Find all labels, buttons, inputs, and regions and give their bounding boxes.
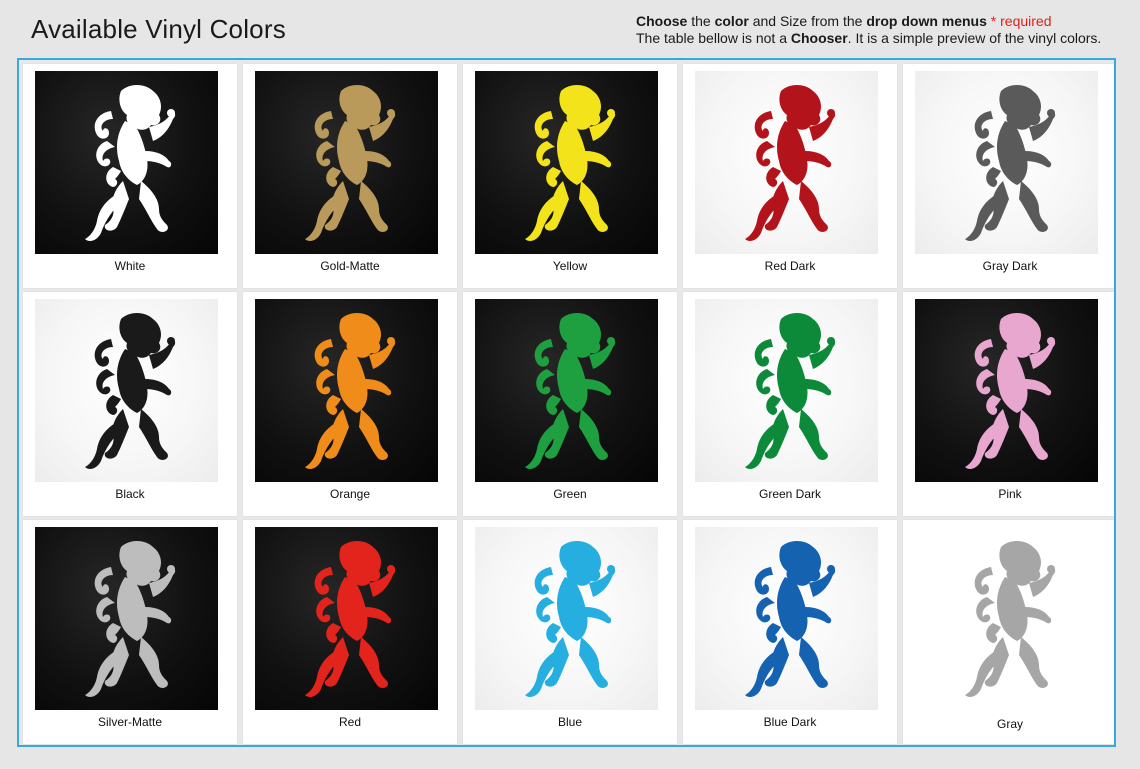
size-text: and Size from the [748,13,867,29]
color-swatch-image [695,71,878,254]
color-swatch-card: Black [23,292,237,516]
color-name-label: Orange [329,487,371,501]
color-swatch-card: Green [463,292,677,516]
color-swatch-card: Silver-Matte [23,520,237,744]
rampant-lion-icon [964,312,1055,469]
color-name-label: Blue [557,715,583,729]
color-name-label: Gray [996,717,1023,731]
color-name-label: Yellow [552,259,588,273]
color-name-label: Green Dark [758,487,822,501]
color-swatch-image [475,527,658,710]
color-name-label: Blue Dark [763,715,817,729]
rampant-lion-icon [304,84,395,241]
rampant-lion-icon [524,84,615,241]
color-preview-table: White Gold-Matte Yellow Red Dark Gray Da… [17,58,1116,747]
color-swatch-image [255,71,438,254]
dropdown-text: drop down menus [866,13,987,29]
page-title: Available Vinyl Colors [31,14,286,44]
instructions-line-1: Choose the color and Size from the drop … [636,13,1120,30]
color-swatch-image [915,71,1098,254]
color-swatch-image [915,527,1098,710]
rampant-lion-icon [304,312,395,469]
color-swatch-image [255,527,438,710]
rampant-lion-icon [744,312,835,469]
color-swatch-card: Green Dark [683,292,897,516]
color-swatch-card: White [23,64,237,288]
color-swatch-image [475,71,658,254]
rampant-lion-icon [964,84,1055,241]
the-text: the [687,13,715,29]
color-swatch-card: Red [243,520,457,744]
color-name-label: Gray Dark [982,259,1038,273]
color-swatch-image [915,299,1098,482]
instructions-line-2: The table bellow is not a Chooser. It is… [636,30,1120,47]
color-text: color [714,13,749,29]
color-name-label: White [114,259,146,273]
color-name-label: Green [553,487,587,501]
rampant-lion-icon [84,540,175,697]
rampant-lion-icon [524,540,615,697]
color-name-label: Pink [998,487,1022,501]
color-swatch-card: Gray [903,520,1114,744]
not-a-text: The table bellow is not a [636,30,791,46]
preview-text: . It is a simple preview of the vinyl co… [847,30,1102,46]
color-name-label: Red [338,715,361,729]
color-grid: White Gold-Matte Yellow Red Dark Gray Da… [23,64,1114,744]
color-swatch-image [255,299,438,482]
color-name-label: Black [115,487,145,501]
chooser-text: Chooser [790,30,848,46]
rampant-lion-icon [304,540,395,697]
color-swatch-card: Yellow [463,64,677,288]
color-name-label: Silver-Matte [97,715,162,729]
color-swatch-image [475,299,658,482]
color-swatch-card: Blue [463,520,677,744]
color-name-label: Red Dark [764,259,816,273]
rampant-lion-icon [964,540,1055,697]
color-swatch-card: Gold-Matte [243,64,457,288]
color-name-label: Gold-Matte [320,259,380,273]
rampant-lion-icon [84,84,175,241]
color-swatch-image [695,527,878,710]
rampant-lion-icon [744,84,835,241]
color-swatch-card: Red Dark [683,64,897,288]
rampant-lion-icon [84,312,175,469]
color-swatch-card: Blue Dark [683,520,897,744]
color-swatch-card: Pink [903,292,1114,516]
color-swatch-image [35,299,218,482]
color-swatch-image [695,299,878,482]
rampant-lion-icon [744,540,835,697]
color-swatch-image [35,71,218,254]
color-swatch-image [35,527,218,710]
instructions: Choose the color and Size from the drop … [636,13,1120,47]
color-swatch-card: Gray Dark [903,64,1114,288]
required-text: * required [986,13,1052,29]
color-swatch-card: Orange [243,292,457,516]
choose-text: Choose [636,13,688,29]
rampant-lion-icon [524,312,615,469]
